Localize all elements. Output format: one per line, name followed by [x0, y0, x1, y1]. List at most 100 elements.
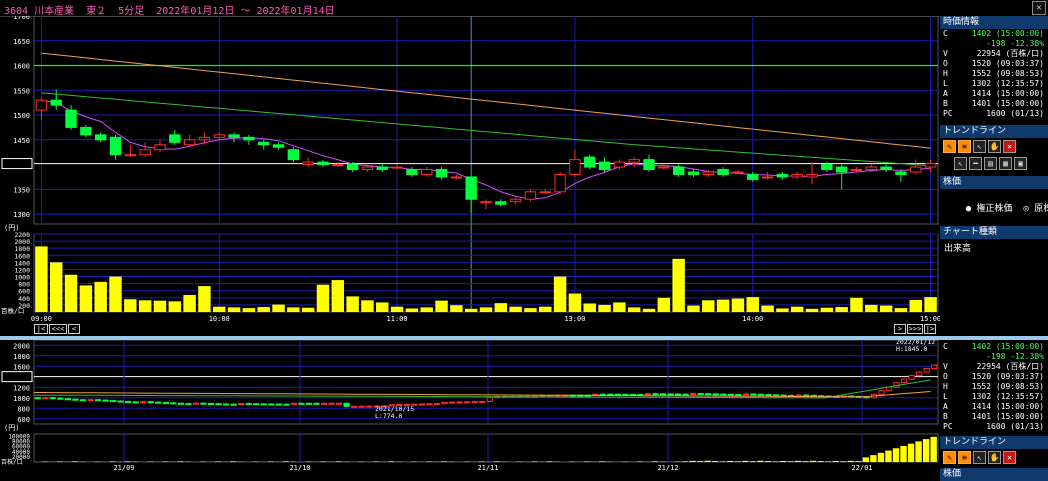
- volume-bar: [880, 306, 892, 312]
- quote-key: O: [940, 372, 957, 382]
- window-title: 3604 川本産業 東２ 5分足 2022年01月12日 ～ 2022年01月1…: [4, 2, 335, 17]
- volume-bar: [509, 307, 521, 312]
- daily-candle-body: [691, 394, 696, 395]
- daily-volume-bar: [689, 461, 695, 462]
- quote-row: H1552 (09:08:53): [940, 69, 1048, 79]
- daily-candle-body: [299, 403, 304, 404]
- daily-volume-bar: [546, 461, 552, 462]
- trendline-header[interactable]: トレンドライン: [940, 125, 1048, 138]
- daily-volume-bar: [335, 461, 341, 462]
- quote-row: A1414 (15:00:00): [940, 89, 1048, 99]
- volume-bar: [332, 280, 344, 312]
- candle-body: [36, 100, 46, 110]
- volume-bar: [613, 302, 625, 312]
- quote-row: V22954 (百株/口): [940, 49, 1048, 59]
- daily-candle-body: [223, 404, 228, 405]
- quote-rows-daily: C1402 (15:00:00)-198 -12.38%V22954 (百株/口…: [940, 342, 1048, 432]
- daily-volume-bar: [230, 461, 236, 462]
- close-icon[interactable]: ✕: [1032, 1, 1046, 15]
- nav-forward-fast-button[interactable]: >>>: [907, 324, 923, 334]
- volume-bar: [272, 305, 284, 312]
- quote-value: 1552 (09:08:53): [957, 382, 1048, 392]
- volume-bar: [317, 285, 329, 312]
- daily-volume-bar: [712, 461, 718, 462]
- pen-tool-icon[interactable]: ✎: [943, 140, 956, 153]
- delete-tool-icon[interactable]: ✕: [1003, 140, 1016, 153]
- nav-back-fast-button[interactable]: <<<: [49, 324, 67, 334]
- horizontal-tool-icon[interactable]: ━: [969, 157, 982, 170]
- candle-body: [807, 174, 817, 176]
- volume-bar: [169, 301, 181, 312]
- daily-candle-body: [261, 404, 266, 405]
- daily-volume-bar: [177, 461, 183, 462]
- candle-body: [318, 162, 328, 164]
- pointer-tool-icon[interactable]: ↖: [954, 157, 967, 170]
- quote-row: H1552 (09:08:53): [940, 382, 1048, 392]
- daily-volume-bar: [817, 461, 823, 462]
- price-type-header-daily: 株価: [940, 468, 1048, 481]
- candle-body: [51, 100, 61, 105]
- daily-candle-body: [449, 402, 454, 403]
- quote-value: 1520 (09:03:37): [957, 372, 1048, 382]
- volume-bar: [821, 308, 833, 312]
- hand-tool-icon[interactable]: ✋: [988, 140, 1001, 153]
- quote-row: B1401 (15:00:00): [940, 412, 1048, 422]
- chart-kind-header: チャート種類: [940, 226, 1048, 239]
- quote-value: 1402 (15:00:00): [957, 342, 1048, 352]
- daily-candle-body: [457, 402, 462, 403]
- candle-body: [273, 145, 283, 147]
- line-tool-icon[interactable]: ≡: [958, 140, 971, 153]
- daily-candle-body: [766, 395, 771, 396]
- candle-body: [422, 170, 432, 175]
- volume-bar: [895, 308, 907, 312]
- pen-tool-icon[interactable]: ✎: [943, 451, 956, 464]
- quote-key: [940, 352, 957, 362]
- daily-volume-bar: [810, 461, 816, 462]
- candle-body: [762, 177, 772, 178]
- trendline-toolbar: ✎ ≡ ↖ ✋ ✕: [940, 138, 1048, 155]
- daily-candle-body: [344, 403, 349, 406]
- candle-body: [170, 135, 180, 142]
- volume-bar: [791, 307, 803, 312]
- copy-tool-icon[interactable]: ▤: [984, 157, 997, 170]
- daily-chart[interactable]: 200018001600140212001000800600(円)21/0921…: [0, 340, 940, 480]
- daily-candle-body: [698, 394, 703, 395]
- daily-candle-body: [653, 394, 658, 395]
- daily-y-tick-label: 1800: [13, 353, 30, 361]
- daily-volume-bar: [268, 461, 274, 462]
- quote-panel: 時価情報 C1402 (15:00:00)-198 -12.38%V22954 …: [940, 16, 1048, 336]
- paste-tool-icon[interactable]: ▦: [999, 157, 1012, 170]
- raw-price-radio[interactable]: ◎ 原株価: [1023, 204, 1048, 214]
- time-tick-label: 15:00: [920, 315, 940, 323]
- nav-last-button[interactable]: |>: [924, 324, 936, 334]
- quote-key: H: [940, 382, 957, 392]
- volume-bar: [569, 294, 581, 312]
- delete-tool-icon[interactable]: ✕: [1003, 451, 1016, 464]
- candle-body: [748, 174, 758, 179]
- daily-volume-bar: [478, 461, 484, 462]
- quote-value: 1414 (15:00:00): [957, 402, 1048, 412]
- volume-bar: [124, 299, 136, 312]
- save-tool-icon[interactable]: ▣: [1014, 157, 1027, 170]
- intraday-chart[interactable]: 170016501600155015001450140213501300(円)0…: [0, 16, 940, 336]
- adjusted-price-radio[interactable]: ● 権正株価: [966, 204, 1013, 214]
- time-tick-label: 10:00: [209, 315, 230, 323]
- volume-bar: [687, 306, 699, 312]
- daily-candle-body: [751, 394, 756, 395]
- nav-back-button[interactable]: <: [68, 324, 80, 334]
- trendline-header-daily[interactable]: トレンドライン: [940, 436, 1048, 449]
- candle-body: [599, 162, 609, 169]
- daily-y-tick-label: 600: [17, 416, 30, 424]
- chart-kind-value[interactable]: 出来高: [940, 239, 1048, 256]
- daily-candle-body: [208, 403, 213, 404]
- hand-tool-icon[interactable]: ✋: [988, 451, 1001, 464]
- line-tool-icon[interactable]: ≡: [958, 451, 971, 464]
- nav-first-button[interactable]: |<: [34, 324, 48, 334]
- volume-bar: [435, 301, 447, 312]
- select-tool-icon[interactable]: ↖: [973, 451, 986, 464]
- quote-row: L1302 (12:35:57): [940, 79, 1048, 89]
- quote-rows: C1402 (15:00:00)-198 -12.38%V22954 (百株/口…: [940, 29, 1048, 119]
- candle-body: [347, 165, 357, 170]
- nav-forward-button[interactable]: >: [894, 324, 906, 334]
- select-tool-icon[interactable]: ↖: [973, 140, 986, 153]
